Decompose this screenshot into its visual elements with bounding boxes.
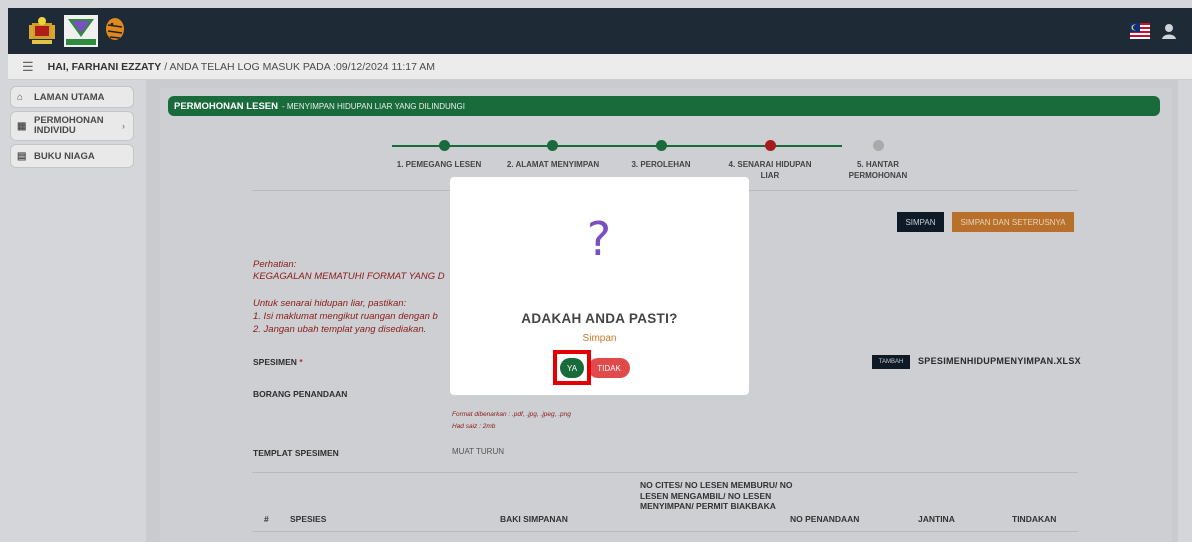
- table-header-permit: NO CITES/ NO LESEN MEMBURU/ NO LESEN MEN…: [640, 480, 793, 511]
- page-subtitle: - MENYIMPAN HIDUPAN LIAR YANG DILINDUNGI: [281, 101, 465, 111]
- menu-icon[interactable]: ☰: [22, 59, 34, 75]
- save-and-next-button[interactable]: SIMPAN DAN SETERUSNYA: [952, 212, 1074, 232]
- instruction-heading: Untuk senarai hidupan liar, pastikan:: [253, 298, 407, 309]
- step-2-label[interactable]: 2. ALAMAT MENYIMPAN: [502, 159, 604, 170]
- page-title-bar: PERMOHONAN LESEN - MENYIMPAN HIDUPAN LIA…: [168, 96, 1160, 116]
- sidebar-item-label: PERMOHONAN INDIVIDU: [34, 115, 104, 136]
- confirm-no-button[interactable]: TIDAK: [588, 358, 630, 378]
- sidebar-item-label: LAMAN UTAMA: [34, 91, 105, 103]
- notice-heading: Perhatian:: [253, 259, 297, 270]
- table-header-spesies: SPESIES: [290, 514, 327, 524]
- sidebar: ⌂ LAMAN UTAMA ▦ PERMOHONAN INDIVIDU › ▤ …: [8, 80, 136, 542]
- borang-label: BORANG PENANDAAN: [253, 389, 348, 399]
- table-header-tindakan: TINDAKAN: [1012, 514, 1057, 524]
- step-4-dot: [765, 140, 776, 151]
- templat-label: TEMPLAT SPESIMEN: [253, 448, 339, 458]
- table-header-index: #: [264, 514, 269, 524]
- document-icon: ▤: [17, 150, 27, 162]
- highlight-box: [553, 350, 591, 385]
- step-5-label[interactable]: 5. HANTAR PERMOHONAN: [828, 159, 928, 181]
- step-5-dot: [873, 140, 884, 151]
- spesimen-label-text: SPESIMEN: [253, 357, 297, 367]
- table-header-border: [252, 531, 1078, 532]
- required-marker: *: [299, 357, 303, 367]
- step-1-dot: [439, 140, 450, 151]
- instruction-1: 1. Isi maklumat mengikut ruangan dengan …: [253, 311, 438, 322]
- dialog-subtitle: Simpan: [582, 333, 617, 344]
- add-button[interactable]: TAMBAH: [872, 355, 910, 369]
- user-icon[interactable]: [1160, 22, 1178, 40]
- malaysia-flag-icon[interactable]: [1130, 23, 1150, 39]
- top-bar: [8, 8, 1192, 54]
- table-top-border: [252, 472, 1078, 473]
- tiger-logo: [106, 18, 124, 40]
- step-3-dot: [656, 140, 667, 151]
- step-2-dot: [547, 140, 558, 151]
- instruction-2: 2. Jangan ubah templat yang disediakan.: [253, 324, 427, 335]
- welcome-user: HAI, FARHANI EZZATY: [47, 60, 162, 73]
- format-hint: Format dibenarkan : .pdf, .jpg, .jpeg, .…: [452, 411, 571, 418]
- spesimen-file-name[interactable]: SPESIMENHIDUPMENYIMPAN.XLSX: [918, 356, 1081, 366]
- notice-warning: KEGAGALAN MEMATUHI FORMAT YANG D: [253, 271, 445, 282]
- table-header-jantina: JANTINA: [918, 514, 955, 524]
- spesimen-label: SPESIMEN *: [253, 357, 303, 367]
- size-hint: Had saiz : 2mb: [452, 423, 496, 430]
- question-icon: ?: [560, 200, 638, 278]
- grid-icon: ▦: [17, 120, 27, 132]
- login-info: / ANDA TELAH LOG MASUK PADA :09/12/2024 …: [164, 60, 436, 73]
- home-icon: ⌂: [17, 91, 24, 103]
- sidebar-item-buku-niaga[interactable]: ▤ BUKU NIAGA: [10, 144, 134, 168]
- sidebar-item-laman-utama[interactable]: ⌂ LAMAN UTAMA: [10, 86, 134, 108]
- download-link[interactable]: MUAT TURUN: [452, 447, 504, 456]
- step-3-label[interactable]: 3. PEROLEHAN: [620, 159, 702, 170]
- chevron-right-icon: ›: [122, 121, 125, 131]
- page-title: PERMOHONAN LESEN: [174, 100, 278, 112]
- step-1-label[interactable]: 1. PEMEGANG LESEN: [384, 159, 494, 170]
- sidebar-item-label: BUKU NIAGA: [34, 150, 95, 162]
- coat-of-arms-logo: [29, 17, 55, 44]
- table-header-penandaan: NO PENANDAAN: [790, 514, 860, 524]
- dialog-title: ADAKAH ANDA PASTI?: [521, 311, 678, 326]
- save-button[interactable]: SIMPAN: [897, 212, 944, 232]
- sidebar-item-permohonan-individu[interactable]: ▦ PERMOHONAN INDIVIDU ›: [10, 111, 134, 141]
- welcome-bar: ☰ HAI, FARHANI EZZATY / ANDA TELAH LOG M…: [8, 54, 1192, 80]
- table-header-baki: BAKI SIMPANAN: [500, 514, 568, 524]
- perhilitan-logo: [64, 15, 98, 47]
